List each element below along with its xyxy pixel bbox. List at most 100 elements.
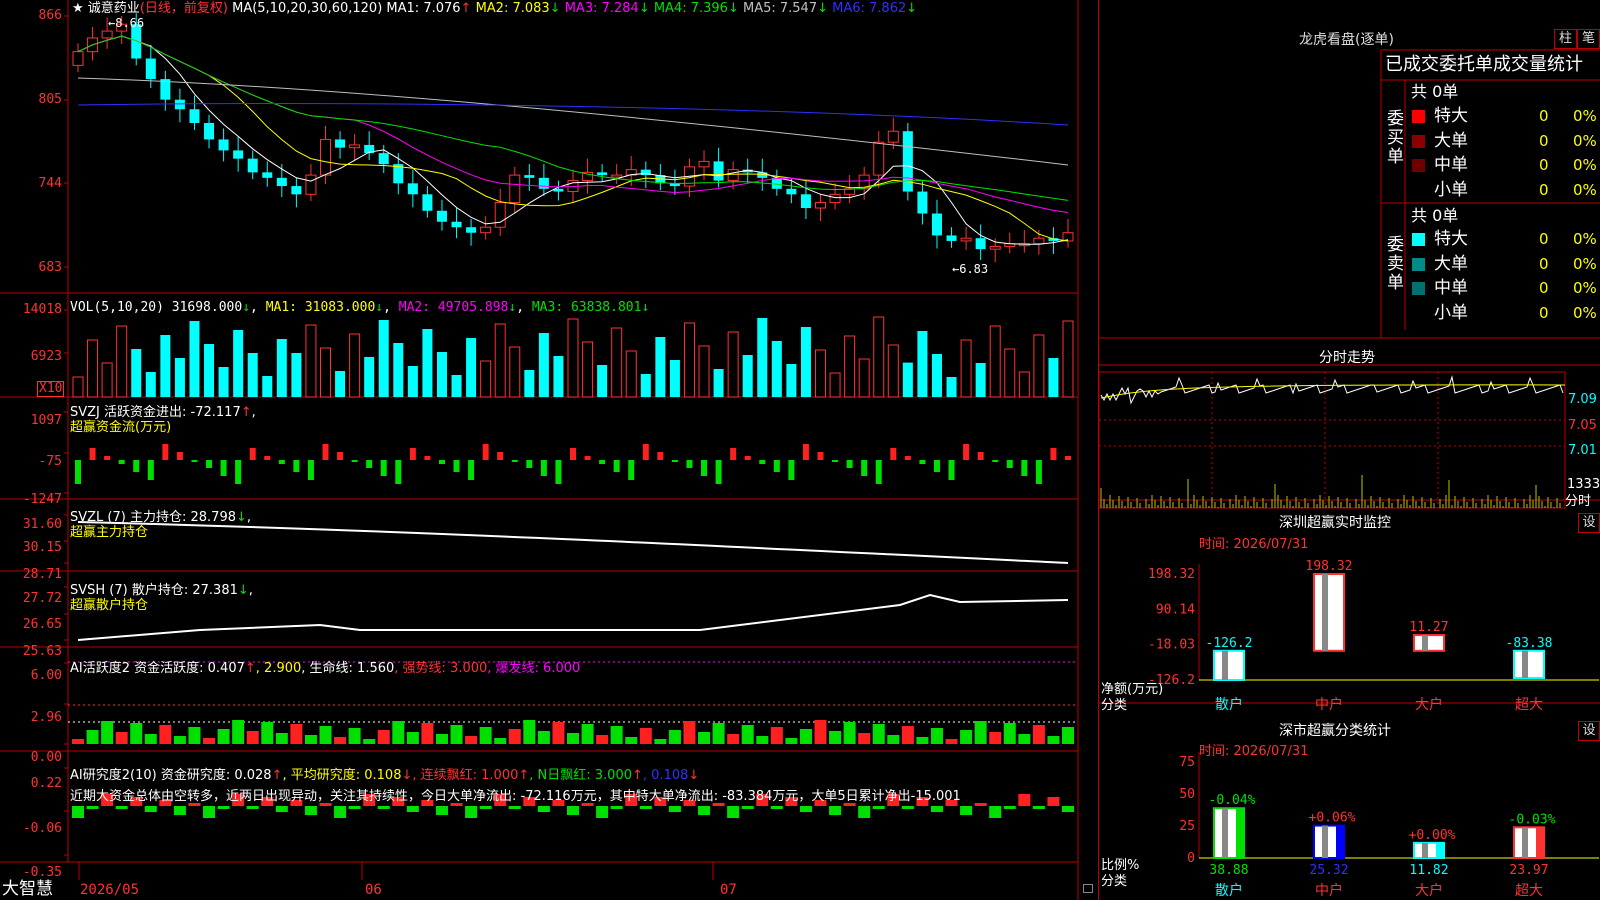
research-bar <box>727 806 740 818</box>
intraday-vol: 1333 <box>1567 477 1600 492</box>
flow-bar <box>613 460 620 472</box>
main-chart-panel[interactable]: ★ 诚意药业(日线，前复权) MA(5,10,20,30,60,120) MA1… <box>0 0 1098 900</box>
research-bar <box>989 806 1002 818</box>
volume-bar <box>72 376 84 398</box>
lock-icon[interactable] <box>1083 884 1093 893</box>
candle-body <box>931 213 942 236</box>
volume-bar <box>247 353 258 397</box>
research-bar <box>610 806 623 809</box>
volume-bar <box>1048 358 1059 397</box>
research-bar <box>115 806 128 809</box>
sc-bar-shade-1 <box>1222 808 1228 858</box>
svzl-line <box>77 521 1069 564</box>
pillar-button[interactable]: 柱 <box>1554 29 1577 49</box>
flow-bar <box>1065 456 1071 460</box>
flow-bar <box>293 460 300 472</box>
volume-bar <box>582 341 594 398</box>
active-bar <box>960 730 973 744</box>
research-bar <box>770 806 783 809</box>
buy-row-pct-1: 0% <box>1573 107 1597 125</box>
volume-bar <box>713 369 724 397</box>
brand-label: 大智慧 <box>2 879 53 899</box>
active-bar <box>887 735 900 744</box>
candle-body <box>611 174 623 178</box>
sc-settings-button[interactable]: 设 <box>1578 721 1600 741</box>
research-bar <box>639 806 652 809</box>
active-bar <box>858 733 871 744</box>
sz-settings-button[interactable]: 设 <box>1578 513 1600 533</box>
volume-bar <box>553 356 564 397</box>
flow-bar <box>191 460 198 462</box>
flow-bar <box>642 444 649 460</box>
volume-bar <box>436 352 447 397</box>
sz-bar-3 <box>1413 634 1445 652</box>
sc-bar-shade-4 <box>1522 827 1528 858</box>
sell-total: 共 0单 <box>1411 206 1459 225</box>
flow-bar <box>599 460 606 464</box>
sc-bar-shade-3 <box>1422 842 1428 858</box>
svsh-subtitle: 超赢散户持仓 <box>70 598 149 613</box>
candle-body <box>786 188 797 195</box>
flow-bar <box>104 456 111 460</box>
sc-time: 时间: 2026/07/31 <box>1199 744 1309 759</box>
sc-cat-label-1: 散户 <box>1215 882 1243 899</box>
volume-bar <box>960 339 972 398</box>
research-bar <box>930 806 943 812</box>
sc-cat-label-3: 大户 <box>1415 882 1443 899</box>
volume-bar <box>683 322 695 398</box>
main-ytick-3: 744 <box>38 176 62 191</box>
volume-bar <box>698 345 710 398</box>
active-bar <box>683 721 696 744</box>
sz-bar-label-4: -83.38 <box>1506 636 1553 651</box>
volume-bar <box>305 324 317 398</box>
flow-bar <box>264 456 271 460</box>
volume-bar <box>902 362 913 397</box>
active-bar <box>203 738 216 744</box>
flow-bar <box>424 456 431 460</box>
volume-bar <box>640 374 651 397</box>
star-icon[interactable]: ★ <box>72 1 84 16</box>
flow-bar <box>278 460 285 464</box>
candle-body <box>305 174 317 195</box>
active-bar <box>144 734 157 744</box>
volume-bar <box>1062 320 1074 398</box>
flow-bar <box>919 460 926 464</box>
candle-body <box>174 99 185 110</box>
vol-unit-badge: X10 <box>37 381 65 397</box>
sz-ytick-1: 198.32 <box>1148 567 1195 582</box>
active-bar <box>275 733 288 744</box>
active-bar <box>654 739 667 744</box>
kline-chart-svg[interactable] <box>0 0 1098 900</box>
volume-bar <box>625 350 637 398</box>
candle-body <box>262 172 273 178</box>
active-bar <box>552 722 565 744</box>
candle-body <box>989 245 1001 250</box>
flow-bar <box>570 448 576 460</box>
volume-bar <box>422 329 433 397</box>
candle-body <box>451 221 462 228</box>
stock-name[interactable]: 诚意药业 <box>88 1 140 16</box>
volume-bar <box>160 335 171 397</box>
candle-body <box>466 227 477 233</box>
research-bar <box>348 806 361 809</box>
volume-bar <box>87 339 99 398</box>
research-bar <box>479 806 492 809</box>
volume-bar <box>291 353 302 397</box>
flow-bar <box>628 460 635 480</box>
volume-bar <box>989 325 1001 398</box>
volume-bar <box>276 339 287 397</box>
candle-body <box>291 186 302 195</box>
volume-bar <box>407 366 418 397</box>
active-bar <box>465 736 478 744</box>
ma-values: MA1: 7.076↑ MA2: 7.083↓ MA3: 7.284↓ MA4:… <box>386 1 917 16</box>
active-bar <box>930 728 943 744</box>
stroke-button[interactable]: 笔 <box>1577 29 1600 49</box>
volume-bar <box>509 346 521 398</box>
flow-bar <box>133 460 140 472</box>
sz-bar-shade-3 <box>1422 635 1428 651</box>
flow-bar <box>322 444 329 460</box>
volume-bar <box>800 327 811 397</box>
sc-bar-value-2: 25.32 <box>1309 863 1348 878</box>
active-bar <box>843 722 856 744</box>
flow-bar <box>176 452 183 460</box>
